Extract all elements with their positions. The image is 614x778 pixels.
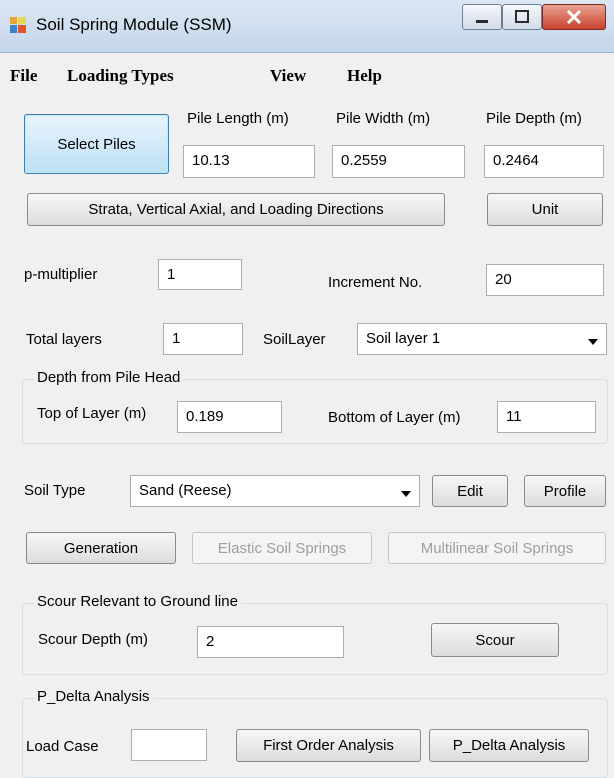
unit-button[interactable]: Unit [487,193,603,226]
p-multiplier-label: p-multiplier [24,266,98,283]
pile-width-label: Pile Width (m) [336,110,431,127]
menu-help[interactable]: Help [347,66,382,86]
maximize-icon [515,10,529,23]
increment-label: Increment No. [328,274,423,291]
scour-group-legend: Scour Relevant to Ground line [34,593,241,610]
menu-loading-types[interactable]: Loading Types [67,66,174,86]
soil-type-select[interactable]: Sand (Reese) [130,475,420,507]
multilinear-soil-springs-button[interactable]: Multilinear Soil Springs [388,532,606,564]
pile-length-input[interactable]: 10.13 [183,145,315,178]
increment-input[interactable]: 20 [486,264,604,296]
pile-length-label: Pile Length (m) [187,110,289,127]
elastic-soil-springs-button[interactable]: Elastic Soil Springs [192,532,372,564]
window-title: Soil Spring Module (SSM) [36,15,232,34]
chevron-down-icon [401,491,411,497]
generation-button[interactable]: Generation [26,532,176,564]
load-case-input[interactable] [131,729,207,761]
p-delta-analysis-button[interactable]: P_Delta Analysis [429,729,589,762]
close-icon [566,9,582,25]
soil-layer-label: SoilLayer [263,331,326,348]
maximize-button[interactable] [502,4,542,30]
soil-layer-value: Soil layer 1 [366,330,441,347]
select-piles-button[interactable]: Select Piles [24,114,169,174]
pile-depth-label: Pile Depth (m) [486,110,582,127]
first-order-analysis-button[interactable]: First Order Analysis [236,729,421,762]
close-button[interactable] [542,4,606,30]
title-bar: Soil Spring Module (SSM) [0,0,614,53]
p-multiplier-input[interactable]: 1 [158,259,242,290]
minimize-icon [476,20,488,23]
pdelta-group-legend: P_Delta Analysis [34,688,153,705]
bottom-of-layer-label: Bottom of Layer (m) [328,409,461,426]
menu-file[interactable]: File [10,66,37,86]
total-layers-label: Total layers [26,331,102,348]
strata-directions-button[interactable]: Strata, Vertical Axial, and Loading Dire… [27,193,445,226]
soil-type-value: Sand (Reese) [139,482,232,499]
pile-depth-input[interactable]: 0.2464 [484,145,604,178]
scour-button[interactable]: Scour [431,623,559,657]
scour-depth-label: Scour Depth (m) [38,631,149,648]
scour-depth-input[interactable]: 2 [197,626,344,658]
minimize-button[interactable] [462,4,502,30]
top-of-layer-label: Top of Layer (m) [37,405,147,422]
pile-width-input[interactable]: 0.2559 [332,145,465,178]
edit-button[interactable]: Edit [432,475,508,507]
menu-view[interactable]: View [270,66,306,86]
soil-type-label: Soil Type [24,482,86,499]
total-layers-input[interactable]: 1 [163,323,243,355]
top-of-layer-input[interactable]: 0.189 [177,401,282,433]
profile-button[interactable]: Profile [524,475,606,507]
load-case-label: Load Case [26,738,99,755]
chevron-down-icon [588,339,598,345]
depth-group-legend: Depth from Pile Head [34,369,184,386]
soil-layer-select[interactable]: Soil layer 1 [357,323,607,355]
menu-bar: File Loading Types View Help [0,60,614,92]
app-icon [10,17,26,33]
bottom-of-layer-input[interactable]: 11 [497,401,596,433]
